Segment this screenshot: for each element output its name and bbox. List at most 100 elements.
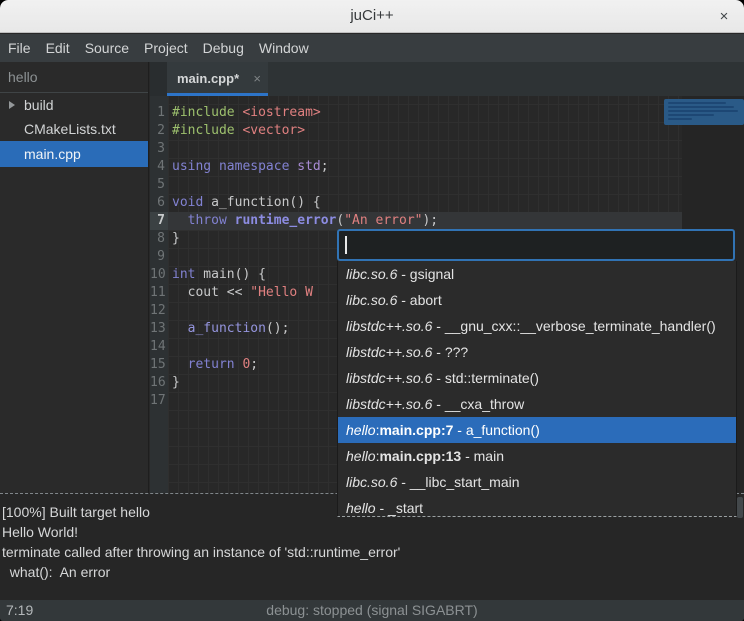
tooltip-text-line xyxy=(668,118,692,120)
menu-item-debug[interactable]: Debug xyxy=(203,40,244,56)
debug-status: debug: stopped (signal SIGABRT) xyxy=(0,600,744,621)
code-line xyxy=(172,140,744,158)
code-token: } xyxy=(172,231,180,246)
output-line: terminate called after throwing an insta… xyxy=(2,542,744,562)
code-token xyxy=(172,321,188,336)
line-number[interactable]: 12 xyxy=(150,302,168,320)
menu-item-project[interactable]: Project xyxy=(144,40,188,56)
backtrace-item[interactable]: libc.so.6 - gsignal xyxy=(338,261,736,287)
code-line: #include <vector> xyxy=(172,122,744,140)
backtrace-item[interactable]: hello - _start xyxy=(338,495,736,517)
code-line: using namespace std; xyxy=(172,158,744,176)
backtrace-item[interactable]: hello:main.cpp:7 - a_function() xyxy=(338,417,736,443)
tab-bar: main.cpp* × xyxy=(150,62,744,96)
code-token xyxy=(227,213,235,228)
menu-item-source[interactable]: Source xyxy=(85,40,129,56)
code-token: throw xyxy=(188,213,227,228)
backtrace-item[interactable]: libc.so.6 - abort xyxy=(338,287,736,313)
code-token: <vector> xyxy=(242,123,305,138)
tab-label: main.cpp* xyxy=(177,71,239,86)
line-number[interactable]: 16 xyxy=(150,374,168,392)
status-bar: 7:19 debug: stopped (signal SIGABRT) xyxy=(0,600,744,621)
code-token xyxy=(172,357,188,372)
backtrace-item[interactable]: libstdc++.so.6 - __gnu_cxx::__verbose_te… xyxy=(338,313,736,339)
menu-item-edit[interactable]: Edit xyxy=(46,40,70,56)
tab-main-cpp[interactable]: main.cpp* × xyxy=(167,62,268,96)
line-number[interactable]: 14 xyxy=(150,338,168,356)
tooltip-text-line xyxy=(668,114,714,116)
code-token: a_function xyxy=(188,321,266,336)
line-number[interactable]: 4 xyxy=(150,158,168,176)
debug-value-tooltip xyxy=(664,99,744,125)
menu-item-window[interactable]: Window xyxy=(259,40,309,56)
expander-collapsed-icon[interactable] xyxy=(9,101,15,109)
backtrace-lib: hello xyxy=(346,448,376,464)
backtrace-item[interactable]: libstdc++.so.6 - __cxa_throw xyxy=(338,391,736,417)
backtrace-popup: libc.so.6 - gsignallibc.so.6 - abortlibs… xyxy=(337,229,737,517)
backtrace-location: main.cpp:13 xyxy=(379,448,461,464)
menu-item-file[interactable]: File xyxy=(8,40,31,56)
line-number[interactable]: 7 xyxy=(150,212,168,230)
tree-item-label: build xyxy=(24,97,54,113)
backtrace-item[interactable]: libstdc++.so.6 - std::terminate() xyxy=(338,365,736,391)
tab-close-icon[interactable]: × xyxy=(253,71,261,86)
line-number[interactable]: 8 xyxy=(150,230,168,248)
code-token: "An error" xyxy=(344,213,422,228)
tree-item-label: main.cpp xyxy=(24,146,81,162)
backtrace-lib: libc.so.6 xyxy=(346,266,397,282)
close-icon[interactable]: × xyxy=(712,5,736,29)
line-number-gutter[interactable]: 1234567891011121314151617 xyxy=(150,96,168,493)
code-token xyxy=(172,213,188,228)
backtrace-item[interactable]: libc.so.6 - __libc_start_main xyxy=(338,469,736,495)
code-token: } xyxy=(172,375,180,390)
line-number[interactable]: 3 xyxy=(150,140,168,158)
file-tree-sidebar: hello build CMakeLists.txt main.cpp xyxy=(0,62,149,493)
line-number[interactable]: 1 xyxy=(150,104,168,122)
backtrace-item[interactable]: hello:main.cpp:13 - main xyxy=(338,443,736,469)
project-name: hello xyxy=(0,62,148,93)
code-token xyxy=(211,159,219,174)
code-token: ; xyxy=(321,159,329,174)
code-token: (); xyxy=(266,321,289,336)
code-token: main() { xyxy=(195,267,265,282)
code-token: runtime_error xyxy=(235,213,337,228)
backtrace-lib: libstdc++.so.6 xyxy=(346,396,432,412)
code-token: #include xyxy=(172,123,235,138)
line-number[interactable]: 10 xyxy=(150,266,168,284)
tree-item-label: CMakeLists.txt xyxy=(24,121,116,137)
code-token: namespace xyxy=(219,159,289,174)
backtrace-list: libc.so.6 - gsignallibc.so.6 - abortlibs… xyxy=(337,261,737,517)
window-title: juCi++ xyxy=(0,7,744,24)
code-line: #include <iostream> xyxy=(172,104,744,122)
code-token: void xyxy=(172,195,203,210)
tooltip-text-line xyxy=(668,106,734,108)
line-number[interactable]: 9 xyxy=(150,248,168,266)
backtrace-lib: hello xyxy=(346,500,376,516)
sidebar-item-build[interactable]: build xyxy=(0,93,148,117)
tooltip-text-line xyxy=(668,102,726,104)
code-token: return xyxy=(188,357,235,372)
backtrace-location: main.cpp:7 xyxy=(379,422,453,438)
code-token: cout << xyxy=(172,285,250,300)
code-token: using xyxy=(172,159,211,174)
line-number[interactable]: 13 xyxy=(150,320,168,338)
backtrace-item[interactable]: libstdc++.so.6 - ??? xyxy=(338,339,736,365)
sidebar-item-main-cpp[interactable]: main.cpp xyxy=(0,141,148,167)
line-number[interactable]: 11 xyxy=(150,284,168,302)
backtrace-lib: libc.so.6 xyxy=(346,474,397,490)
line-number[interactable]: 5 xyxy=(150,176,168,194)
line-number[interactable]: 15 xyxy=(150,356,168,374)
title-bar: juCi++ × xyxy=(0,0,744,33)
sidebar-item-cmakelists-txt[interactable]: CMakeLists.txt xyxy=(0,117,148,141)
app-window: juCi++ × File Edit Source Project Debug Windo… xyxy=(0,0,744,621)
scrollbar-thumb[interactable] xyxy=(737,497,743,518)
code-line: void a_function() { xyxy=(172,194,744,212)
menu-bar: File Edit Source Project Debug Window xyxy=(0,34,744,62)
code-token: a_function() { xyxy=(203,195,320,210)
line-number[interactable]: 6 xyxy=(150,194,168,212)
backtrace-search-input[interactable] xyxy=(337,229,735,261)
line-number[interactable]: 2 xyxy=(150,122,168,140)
code-line: throw runtime_error("An error"); xyxy=(172,212,744,230)
code-line xyxy=(172,176,744,194)
line-number[interactable]: 17 xyxy=(150,392,168,410)
